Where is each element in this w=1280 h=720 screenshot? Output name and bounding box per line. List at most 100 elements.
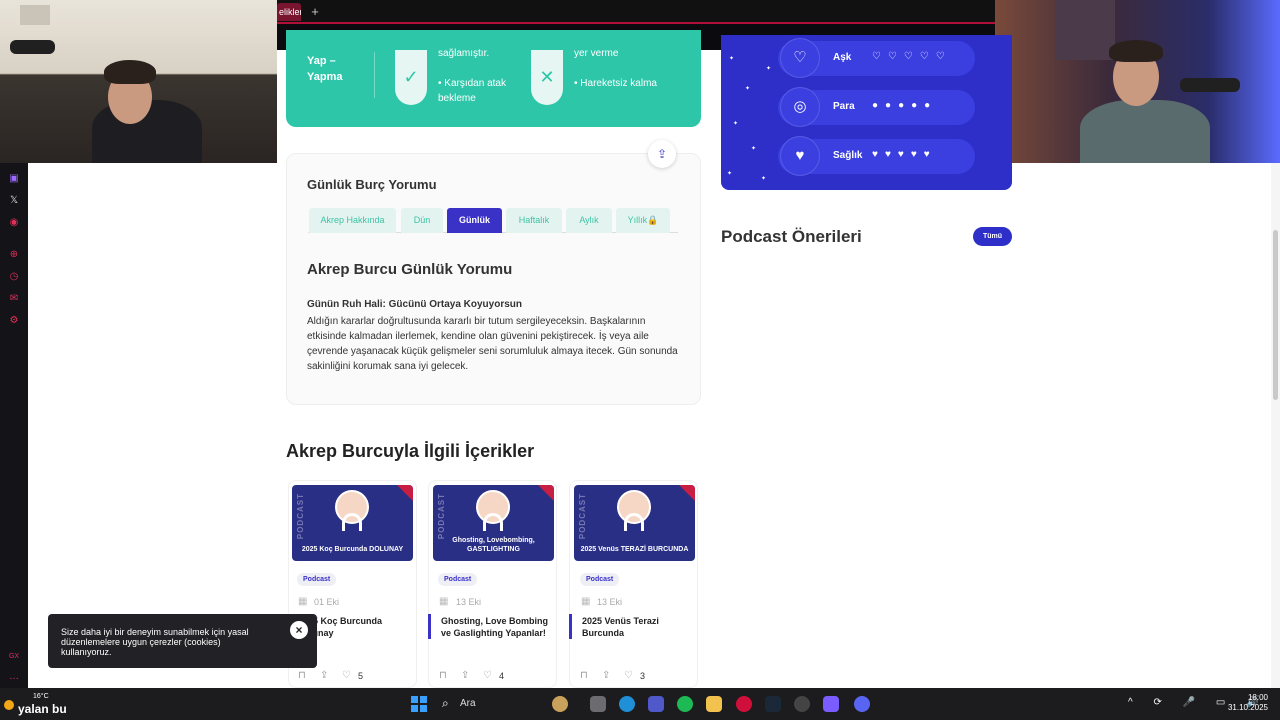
cookie-text: Size daha iyi bir deneyim sunabilmek içi… <box>61 627 249 657</box>
discord-icon[interactable] <box>854 696 870 712</box>
file-explorer-icon[interactable] <box>706 696 722 712</box>
weather-icon[interactable] <box>4 700 14 710</box>
bookmark-icon[interactable]: ⊓ <box>439 670 447 681</box>
microphone-arm <box>1180 78 1240 92</box>
bookmark-icon[interactable]: ⊓ <box>580 670 588 681</box>
taskbar-search[interactable]: Ara <box>460 698 476 709</box>
like-count: 5 <box>358 671 364 681</box>
rating-label: Para <box>833 101 855 112</box>
share-icon[interactable]: ⇪ <box>602 670 610 681</box>
tab-about[interactable]: Akrep Hakkında <box>309 208 396 233</box>
category-badge[interactable]: Podcast <box>580 573 620 586</box>
horoscope-heading: Akrep Burcu Günlük Yorumu <box>307 261 513 278</box>
post-date: 01 Eki <box>314 597 340 607</box>
like-icon[interactable]: ♡ <box>342 670 351 681</box>
card-title[interactable]: 2025 Venüs Terazi Burcunda <box>582 615 698 639</box>
app-sidebar: ▣ 𝕏 ◉ ⊕ ◷ ✉ ⚙ GX … <box>0 163 28 688</box>
microphone-arm <box>10 40 55 54</box>
do-item: • Karşıdan atak bekleme <box>438 78 506 104</box>
do-text-top: sağlamıştır. <box>438 48 490 59</box>
copilot-icon[interactable] <box>552 696 568 712</box>
like-icon[interactable]: ♡ <box>483 670 492 681</box>
thumb-vertical-label: PODCAST <box>437 493 446 540</box>
like-count: 3 <box>640 671 646 681</box>
thumb-vertical-label: PODCAST <box>296 493 305 540</box>
health-icon: ♥ <box>780 136 820 176</box>
card-title[interactable]: Ghosting, Love Bombing ve Gaslighting Ya… <box>441 615 557 639</box>
post-date: 13 Eki <box>597 597 623 607</box>
close-icon[interactable]: × <box>290 621 308 639</box>
cross-icon: ✕ <box>531 50 563 105</box>
category-badge[interactable]: Podcast <box>438 573 478 586</box>
scrollbar-thumb[interactable] <box>1273 230 1278 400</box>
rating-label: Aşk <box>833 52 852 63</box>
do-dont-heading: Yap – Yapma <box>307 55 343 83</box>
spotify-icon[interactable] <box>677 696 693 712</box>
clock-time: 18:00 <box>1247 693 1268 702</box>
tab-monthly[interactable]: Aylık <box>566 208 612 233</box>
gx-icon[interactable]: GX <box>8 651 20 663</box>
x-icon[interactable]: 𝕏 <box>8 195 20 207</box>
app-icon[interactable] <box>823 696 839 712</box>
tab-yesterday[interactable]: Dün <box>401 208 443 233</box>
edge-icon[interactable] <box>619 696 635 712</box>
browser-tab-active[interactable]: elikler <box>277 3 301 21</box>
brand-icon[interactable]: ◉ <box>8 217 20 229</box>
divider <box>374 52 375 98</box>
obs-icon[interactable] <box>794 696 810 712</box>
headphones-icon <box>342 513 362 531</box>
tab-strip <box>277 0 995 24</box>
calendar-icon: ▦ <box>439 596 449 607</box>
share-icon[interactable]: ⇪ <box>648 140 676 168</box>
clock-icon[interactable]: ◷ <box>8 271 20 283</box>
podcast-thumbnail[interactable]: PODCAST 2025 Venüs TERAZİ BURCUNDA <box>574 485 695 561</box>
start-button[interactable] <box>411 696 427 712</box>
rating-marks: ♡♡♡♡♡ <box>872 51 952 62</box>
webcam-right <box>995 0 1280 163</box>
title-accent <box>428 614 431 639</box>
see-all-button[interactable]: Tümü <box>973 227 1012 246</box>
headphones-icon <box>483 513 503 531</box>
check-icon: ✓ <box>395 50 427 105</box>
related-title: Akrep Burcuyla İlgili İçerikler <box>286 441 535 461</box>
love-icon: ♡ <box>780 38 820 78</box>
steam-icon[interactable] <box>765 696 781 712</box>
corner-ribbon <box>679 485 695 501</box>
rating-marks: ♥♥♥♥♥ <box>872 149 937 160</box>
rating-label: Sağlık <box>833 150 863 161</box>
category-badge[interactable]: Podcast <box>297 573 337 586</box>
weather-temperature[interactable]: 16°C <box>33 693 49 700</box>
stream-overlay-text: yalan bu <box>18 702 67 716</box>
new-tab-button[interactable]: + <box>307 4 323 20</box>
chat-icon[interactable]: ✉ <box>8 293 20 305</box>
settings-icon[interactable]: ⚙ <box>8 315 20 327</box>
share-icon[interactable]: ⇪ <box>461 670 469 681</box>
podcast-thumbnail[interactable]: PODCAST 2025 Koç Burcunda DOLUNAY <box>292 485 413 561</box>
star-icon: ✦ <box>727 171 733 177</box>
more-icon[interactable]: … <box>8 671 20 683</box>
title-accent <box>569 614 572 639</box>
taskbar-clock[interactable]: 18:00 31.10.2025 <box>1226 693 1268 713</box>
task-view-icon[interactable] <box>590 696 606 712</box>
podcast-thumbnail[interactable]: PODCAST Ghosting, Lovebombing, GASTLIGHT… <box>433 485 554 561</box>
opera-gx-icon[interactable] <box>736 696 752 712</box>
like-count: 4 <box>499 671 505 681</box>
taskbar <box>0 688 1280 720</box>
star-icon: ✦ <box>766 66 772 72</box>
teams-icon[interactable] <box>648 696 664 712</box>
person-body <box>1080 100 1210 163</box>
horoscope-description: Aldığın kararlar doğrultusunda kararlı b… <box>307 316 678 372</box>
twitch-icon[interactable]: ▣ <box>8 173 20 185</box>
corner-ribbon <box>397 485 413 501</box>
daily-title: Günlük Burç Yorumu <box>307 177 437 192</box>
circle-plus-icon[interactable]: ⊕ <box>8 249 20 261</box>
search-icon[interactable]: ⌕ <box>442 696 449 711</box>
tab-weekly[interactable]: Haftalık <box>506 208 562 233</box>
like-icon[interactable]: ♡ <box>624 670 633 681</box>
share-icon[interactable]: ⇪ <box>320 670 328 681</box>
tab-daily[interactable]: Günlük <box>447 208 502 233</box>
star-icon: ✦ <box>729 56 735 62</box>
tab-yearly[interactable]: Yıllık🔒 <box>616 208 670 233</box>
bookmark-icon[interactable]: ⊓ <box>298 670 306 681</box>
thumb-vertical-label: PODCAST <box>578 493 587 540</box>
